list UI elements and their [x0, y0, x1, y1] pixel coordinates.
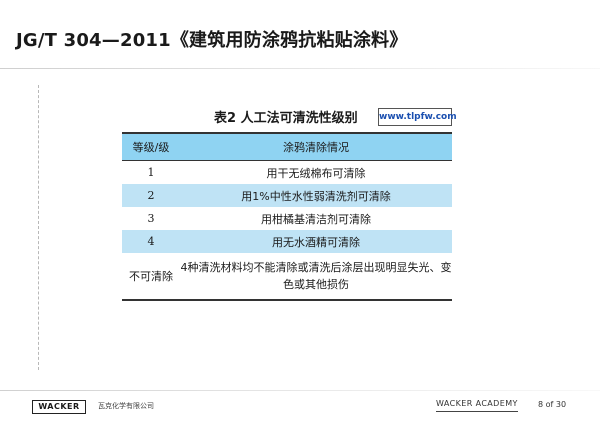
academy-label: WACKER ACADEMY	[436, 399, 518, 412]
grade-cell: 3	[122, 207, 180, 230]
header-grade: 等级/级	[122, 132, 180, 161]
watermark-stamp: www.tlpfw.com	[378, 108, 457, 126]
table-caption-text: 表2 人工法可清洗性级别	[214, 111, 358, 126]
header-description: 涂鸦清除情况	[180, 132, 452, 161]
grade-cell: 2	[122, 184, 180, 207]
description-cell: 用柑橘基清洁剂可清除	[180, 207, 452, 230]
description-cell: 用无水酒精可清除	[180, 230, 452, 253]
description-cell: 用干无绒棉布可清除	[180, 160, 452, 184]
grade-cell: 4	[122, 230, 180, 253]
grade-table-figure: 表2 人工法可清洗性级别 www.tlpfw.com 等级/级 涂鸦清除情况 1…	[122, 102, 457, 302]
table-caption: 表2 人工法可清洗性级别 www.tlpfw.com	[122, 102, 457, 132]
table-row: 不可清除 4种清洗材料均不能清除或清洗后涂层出现明显失光、变色或其他损伤	[122, 253, 452, 301]
table-row: 2 用1%中性水性弱清洗剂可清除	[122, 184, 452, 207]
description-cell: 4种清洗材料均不能清除或清洗后涂层出现明显失光、变色或其他损伤	[180, 253, 452, 301]
table-row: 3 用柑橘基清洁剂可清除	[122, 207, 452, 230]
title-divider	[0, 68, 600, 69]
description-cell: 用1%中性水性弱清洗剂可清除	[180, 184, 452, 207]
grade-cell: 不可清除	[122, 253, 180, 301]
table-row: 4 用无水酒精可清除	[122, 230, 452, 253]
footer-company-name: 瓦克化学有限公司	[98, 402, 154, 410]
grade-cell: 1	[122, 160, 180, 184]
table-row: 1 用干无绒棉布可清除	[122, 160, 452, 184]
wacker-logo: WACKER	[32, 400, 86, 414]
cleanability-table: 等级/级 涂鸦清除情况 1 用干无绒棉布可清除 2 用1%中性水性弱清洗剂可清除…	[122, 132, 452, 301]
footer-divider	[0, 390, 600, 391]
page-number: 8 of 30	[538, 400, 567, 409]
left-dashed-guide	[38, 85, 39, 370]
slide-title: JG/T 304—2011《建筑用防涂鸦抗粘贴涂料》	[16, 30, 408, 51]
table-header-row: 等级/级 涂鸦清除情况	[122, 132, 452, 161]
